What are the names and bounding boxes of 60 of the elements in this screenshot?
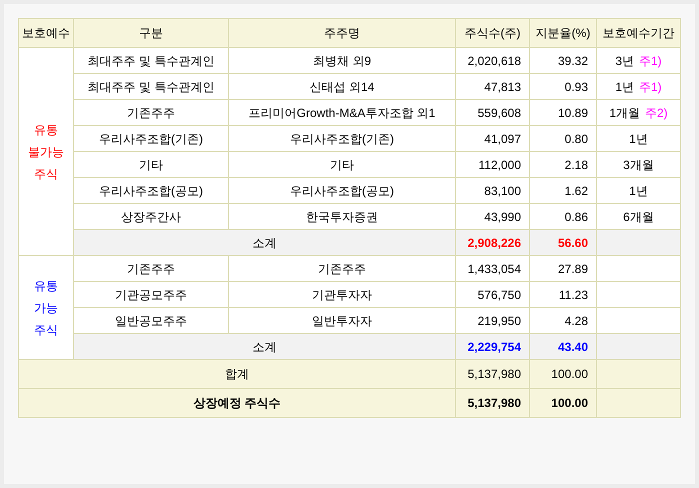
group-label: 주식	[33, 322, 59, 338]
table-cell: 우리사주조합(공모)	[228, 178, 456, 204]
column-header: 보호예수기간	[596, 18, 680, 48]
table-cell: 최병채 외9	[228, 48, 456, 74]
table-cell: 39.32	[530, 48, 596, 74]
table-cell: 최대주주 및 특수관계인	[74, 74, 228, 100]
period-text: 1년	[615, 80, 634, 94]
column-header: 지분율(%)	[530, 18, 596, 48]
period-text: 1개월	[609, 106, 640, 120]
group-label: 유통	[33, 278, 59, 294]
table-cell: 우리사주조합(기존)	[74, 126, 228, 152]
total-value: 100.00	[530, 388, 596, 418]
footnote-mark: 주1)	[639, 80, 662, 94]
table-cell: 1,433,054	[456, 256, 530, 282]
table-cell: 2.18	[530, 152, 596, 178]
table-cell: 우리사주조합(기존)	[228, 126, 456, 152]
group-label: 불가능	[27, 144, 65, 160]
period-text: 3년	[615, 54, 634, 68]
subtotal-value: 2,908,226	[456, 230, 530, 256]
table-cell: 최대주주 및 특수관계인	[74, 48, 228, 74]
table-cell: 576,750	[456, 282, 530, 308]
footnote-mark: 주1)	[639, 54, 662, 68]
table-cell: 신태섭 외14	[228, 74, 456, 100]
period-text: 6개월	[623, 210, 654, 224]
table-cell: 41,097	[456, 126, 530, 152]
table-cell: 우리사주조합(공모)	[74, 178, 228, 204]
subtotal-label: 소계	[74, 230, 456, 256]
group-label: 주식	[33, 166, 59, 182]
table-cell: 프리미어Growth-M&A투자조합 외1	[228, 100, 456, 126]
group-label: 유통	[33, 122, 59, 138]
group-label: 가능	[33, 300, 59, 316]
column-header: 주주명	[228, 18, 456, 48]
table-cell: 기존주주	[228, 256, 456, 282]
table-cell: 기관투자자	[228, 282, 456, 308]
table-cell: 83,100	[456, 178, 530, 204]
table-cell: 47,813	[456, 74, 530, 100]
table-cell: 2,020,618	[456, 48, 530, 74]
column-header: 주식수(주)	[456, 18, 530, 48]
table-cell: 기존주주	[74, 256, 228, 282]
table-cell: 27.89	[530, 256, 596, 282]
period-text: 1년	[629, 132, 648, 146]
footnote-mark: 주2)	[645, 106, 668, 120]
table-cell: 0.93	[530, 74, 596, 100]
column-header: 보호예수	[18, 18, 74, 48]
table-cell: 기존주주	[74, 100, 228, 126]
table-cell: 1.62	[530, 178, 596, 204]
table-cell: 기관공모주주	[74, 282, 228, 308]
subtotal-value: 56.60	[530, 230, 596, 256]
table-cell: 10.89	[530, 100, 596, 126]
table-cell: 11.23	[530, 282, 596, 308]
total-value: 5,137,980	[456, 388, 530, 418]
table-cell: 0.80	[530, 126, 596, 152]
column-header: 구분	[74, 18, 228, 48]
period-text: 1년	[629, 184, 648, 198]
table-cell: 기타	[74, 152, 228, 178]
table-cell: 559,608	[456, 100, 530, 126]
total-label: 상장예정 주식수	[18, 388, 456, 418]
period-text: 3개월	[623, 158, 654, 172]
table-cell: 112,000	[456, 152, 530, 178]
table-cell: 기타	[228, 152, 456, 178]
